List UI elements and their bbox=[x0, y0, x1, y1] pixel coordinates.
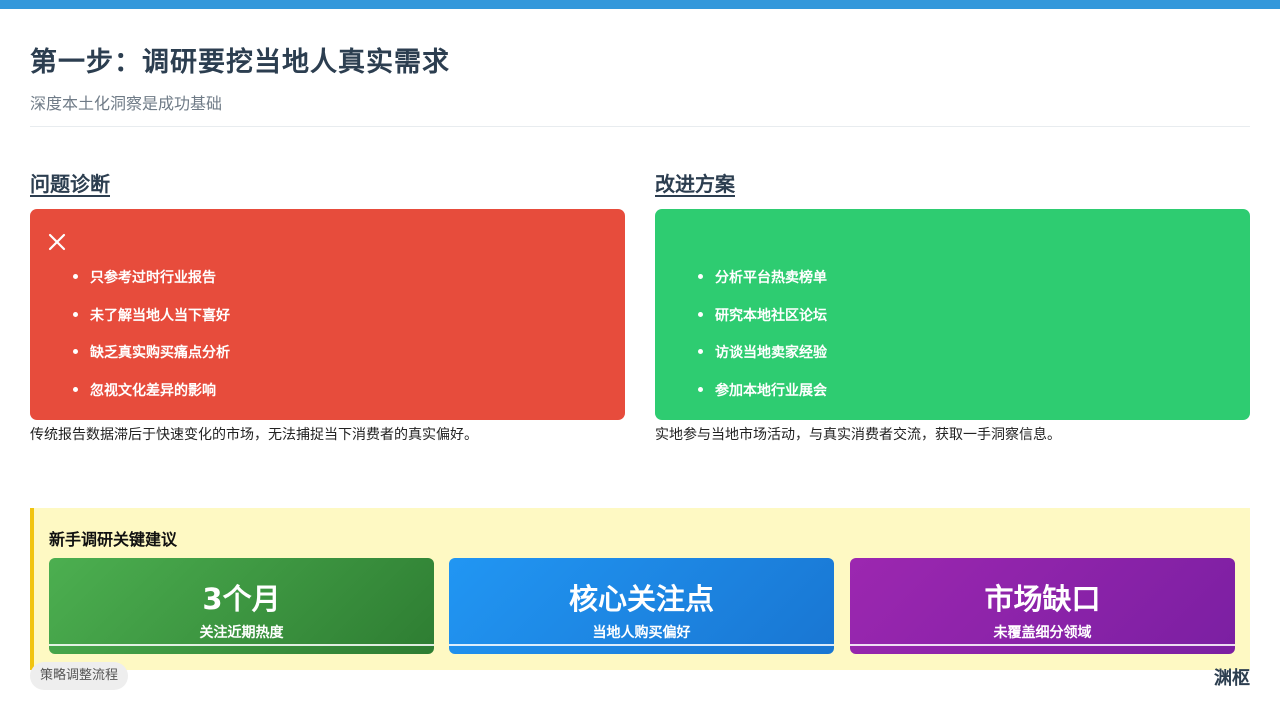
stat-label: 关注近期热度 bbox=[199, 625, 284, 641]
advice-box: 新手调研关键建议 3个月 关注近期热度 核心关注点 当地人购买偏好 市场缺口 未… bbox=[30, 508, 1250, 670]
stat-value: 核心关注点 bbox=[568, 582, 714, 616]
header-divider bbox=[30, 126, 1250, 127]
stat-label: 当地人购买偏好 bbox=[592, 625, 691, 641]
stat-card-period: 3个月 关注近期热度 bbox=[49, 558, 434, 654]
stat-divider bbox=[850, 644, 1235, 646]
list-item: 只参考过时行业报告 bbox=[90, 259, 230, 297]
stat-value: 市场缺口 bbox=[984, 582, 1101, 616]
list-item: 访谈当地卖家经验 bbox=[715, 334, 827, 372]
solution-heading: 改进方案 bbox=[655, 172, 735, 196]
list-item: 参加本地行业展会 bbox=[715, 372, 827, 410]
stat-card-focus: 核心关注点 当地人购买偏好 bbox=[449, 558, 834, 654]
solution-list: 分析平台热卖榜单 研究本地社区论坛 访谈当地卖家经验 参加本地行业展会 bbox=[695, 259, 827, 409]
top-accent-bar bbox=[0, 0, 1280, 9]
stat-divider bbox=[449, 644, 834, 646]
list-item: 研究本地社区论坛 bbox=[715, 297, 827, 335]
list-item: 未了解当地人当下喜好 bbox=[90, 297, 230, 335]
stat-label: 未覆盖细分领域 bbox=[993, 625, 1092, 641]
problem-note: 传统报告数据滞后于快速变化的市场，无法捕捉当下消费者的真实偏好。 bbox=[30, 427, 478, 443]
problem-list: 只参考过时行业报告 未了解当地人当下喜好 缺乏真实购买痛点分析 忽视文化差异的影… bbox=[70, 259, 230, 409]
list-item: 分析平台热卖榜单 bbox=[715, 259, 827, 297]
stat-value: 3个月 bbox=[202, 582, 281, 616]
problem-card: 无效调研做法 只参考过时行业报告 未了解当地人当下喜好 缺乏真实购买痛点分析 忽… bbox=[30, 209, 625, 455]
list-item: 缺乏真实购买痛点分析 bbox=[90, 334, 230, 372]
problem-heading: 问题诊断 bbox=[30, 172, 110, 196]
page-subtitle: 深度本土化洞察是成功基础 bbox=[30, 94, 223, 113]
section-tag[interactable]: 策略调整流程 bbox=[30, 662, 129, 690]
brand-logo: 渊枢 bbox=[1214, 668, 1250, 689]
stat-card-gap: 市场缺口 未覆盖细分领域 bbox=[850, 558, 1235, 654]
list-item: 忽视文化差异的影响 bbox=[90, 372, 230, 410]
solution-note: 实地参与当地市场活动，与真实消费者交流，获取一手洞察信息。 bbox=[655, 427, 1061, 443]
solution-card: 高效调研方法 分析平台热卖榜单 研究本地社区论坛 访谈当地卖家经验 参加本地行业… bbox=[655, 209, 1250, 455]
page-title: 第一步：调研要挖当地人真实需求 bbox=[30, 47, 450, 78]
close-icon bbox=[48, 233, 66, 251]
stat-divider bbox=[49, 644, 434, 646]
advice-title: 新手调研关键建议 bbox=[49, 530, 178, 549]
